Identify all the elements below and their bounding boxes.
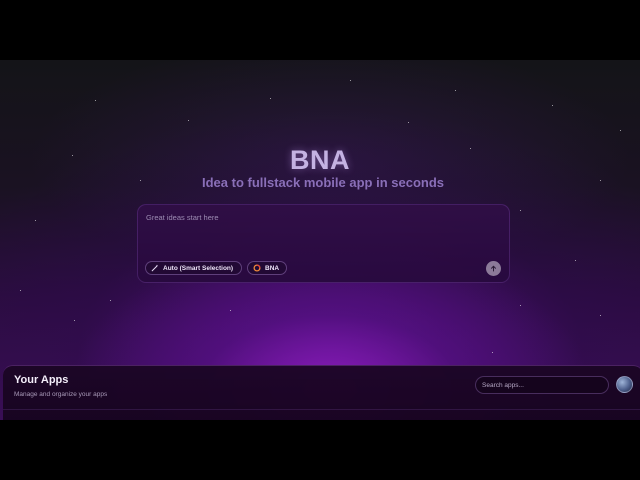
magic-wand-icon xyxy=(151,264,159,272)
bna-chip[interactable]: BNA xyxy=(247,261,287,275)
star xyxy=(408,122,409,123)
apps-search-input[interactable] xyxy=(475,376,609,394)
star xyxy=(620,130,621,131)
star xyxy=(95,100,96,101)
star xyxy=(74,320,75,321)
star xyxy=(600,315,601,316)
model-select-label: Auto (Smart Selection) xyxy=(163,264,234,272)
avatar[interactable] xyxy=(616,376,633,393)
star xyxy=(35,220,36,221)
bna-logo-icon xyxy=(253,264,261,272)
prompt-card: Auto (Smart Selection) BNA xyxy=(137,204,510,283)
star xyxy=(350,80,351,81)
star xyxy=(520,305,521,306)
star xyxy=(110,300,111,301)
apps-subtitle: Manage and organize your apps xyxy=(14,391,108,398)
star xyxy=(575,260,576,261)
screen-frame: BNA Idea to fullstack mobile app in seco… xyxy=(0,0,640,480)
star xyxy=(455,90,456,91)
send-button[interactable] xyxy=(486,261,501,276)
star xyxy=(188,120,189,121)
model-select-chip[interactable]: Auto (Smart Selection) xyxy=(145,261,242,275)
app-viewport: BNA Idea to fullstack mobile app in seco… xyxy=(0,60,640,420)
hero-title: BNA xyxy=(290,145,350,175)
star xyxy=(230,310,231,311)
star xyxy=(552,105,553,106)
star xyxy=(520,210,521,211)
star xyxy=(270,98,271,99)
your-apps-panel: Your Apps Manage and organize your apps xyxy=(3,365,640,420)
hero-subtitle: Idea to fullstack mobile app in seconds xyxy=(202,175,444,190)
star xyxy=(20,290,21,291)
apps-title: Your Apps xyxy=(14,374,69,386)
arrow-up-icon xyxy=(490,265,497,272)
bna-chip-label: BNA xyxy=(265,264,280,272)
apps-divider xyxy=(3,409,640,410)
prompt-input[interactable] xyxy=(146,213,486,249)
star xyxy=(492,352,493,353)
